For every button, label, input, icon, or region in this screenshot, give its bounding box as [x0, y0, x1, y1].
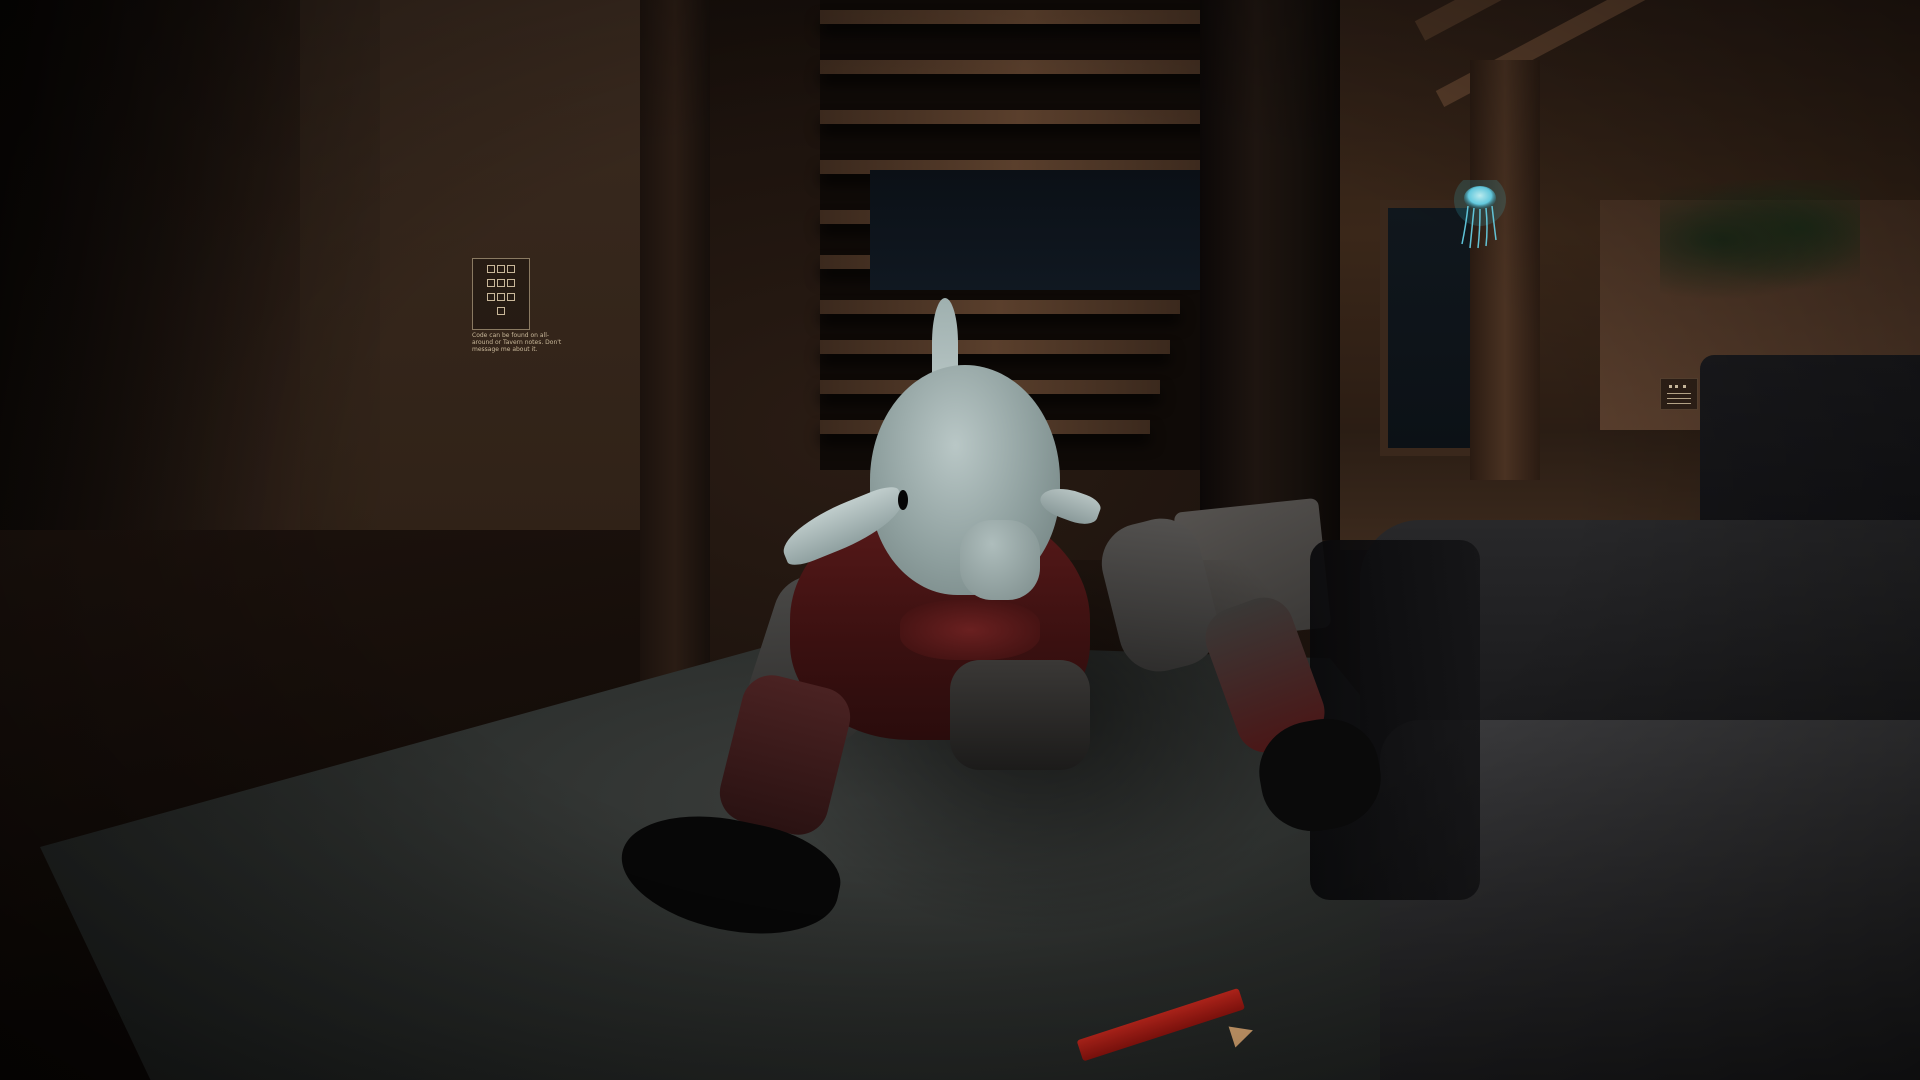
- avatar-legs: [950, 660, 1090, 770]
- stair-step: [820, 110, 1220, 124]
- stair-step: [820, 10, 1240, 24]
- dolphin-eye: [898, 490, 908, 510]
- stair-step: [820, 300, 1180, 314]
- far-wall-sign[interactable]: [1660, 378, 1698, 410]
- sign-dot: [1683, 385, 1686, 388]
- keypad[interactable]: [472, 258, 530, 330]
- dolphin-snout: [960, 520, 1040, 600]
- keypad-key[interactable]: [487, 265, 495, 273]
- keypad-key[interactable]: [497, 307, 505, 315]
- keypad-key[interactable]: [497, 293, 505, 301]
- keypad-key[interactable]: [507, 293, 515, 301]
- keypad-key[interactable]: [487, 279, 495, 287]
- left-wall-shadow: [0, 0, 380, 600]
- keypad-key[interactable]: [487, 293, 495, 301]
- sign-text-line: [1667, 393, 1691, 394]
- keypad-key[interactable]: [497, 265, 505, 273]
- sign-dot: [1669, 385, 1672, 388]
- sign-text-line: [1667, 403, 1691, 404]
- game-scene[interactable]: Code can be found on all-around or Taver…: [0, 0, 1920, 1080]
- window-night: [870, 170, 1200, 290]
- hanging-plants: [1660, 180, 1860, 300]
- sign-text-line: [1667, 398, 1691, 399]
- keypad-key[interactable]: [497, 279, 505, 287]
- sign-dot: [1675, 385, 1678, 388]
- wooden-column: [1470, 60, 1540, 480]
- keypad-sign[interactable]: Code can be found on all-around or Taver…: [472, 258, 562, 368]
- jellyfish-icon: [1454, 174, 1506, 249]
- keypad-key[interactable]: [507, 265, 515, 273]
- jellyfish-icon: [1450, 174, 1510, 250]
- stair-step: [820, 340, 1170, 354]
- stair-step: [820, 60, 1230, 74]
- keypad-key[interactable]: [507, 279, 515, 287]
- armor-belt: [900, 600, 1040, 660]
- dark-pillar: [1200, 0, 1340, 540]
- keypad-note: Code can be found on all-around or Taver…: [472, 332, 562, 353]
